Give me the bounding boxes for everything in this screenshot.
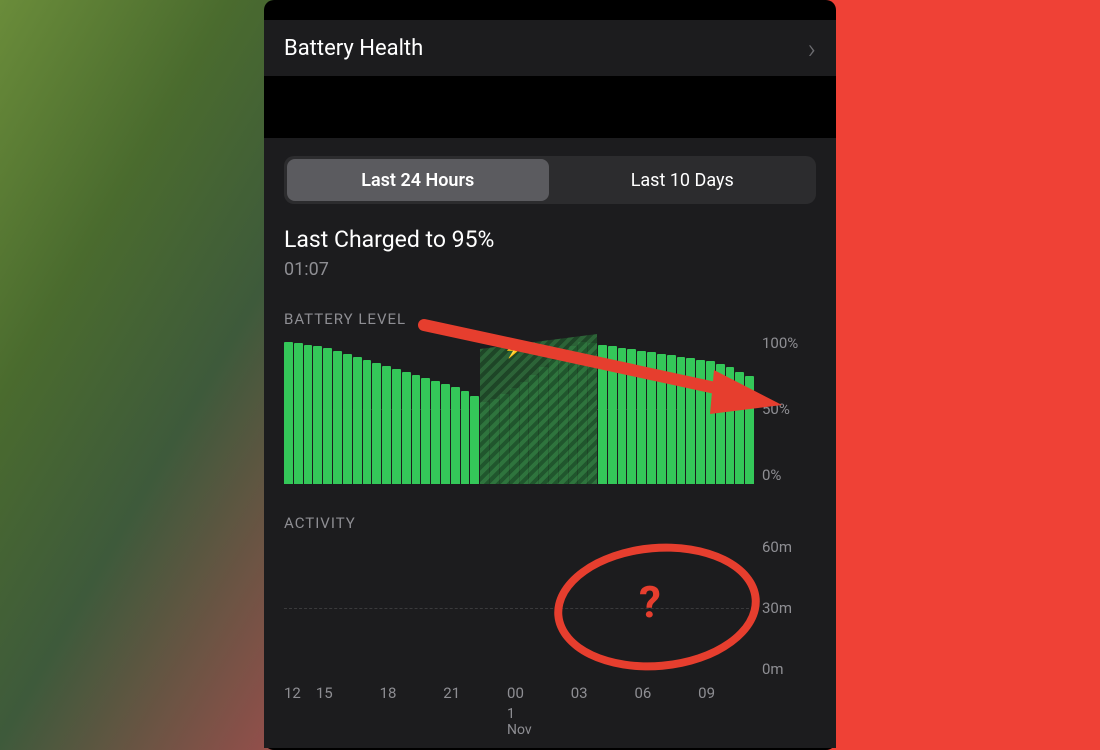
phone-frame: Battery Health › Last 24 Hours Last 10 D… xyxy=(264,0,836,750)
x-tick: 09 xyxy=(698,684,730,738)
section-gap xyxy=(264,76,836,138)
battery-bar xyxy=(657,354,666,485)
x-tick: 18 xyxy=(380,684,412,738)
last-charged-time: 01:07 xyxy=(284,259,816,280)
x-tick xyxy=(730,684,762,738)
battery-bar xyxy=(304,345,313,485)
battery-bar xyxy=(431,381,440,485)
x-tick xyxy=(348,684,380,738)
x-tick xyxy=(539,684,571,738)
battery-bar xyxy=(608,346,617,484)
battery-bar xyxy=(470,396,479,485)
battery-bar xyxy=(412,375,421,485)
chevron-right-icon: › xyxy=(808,32,816,65)
battery-bar xyxy=(294,343,303,484)
tab-last-10-days[interactable]: Last 10 Days xyxy=(552,159,814,201)
time-range-segmented[interactable]: Last 24 Hours Last 10 Days xyxy=(284,156,816,204)
battery-bar xyxy=(726,367,735,484)
battery-bar xyxy=(284,342,293,485)
battery-health-label: Battery Health xyxy=(284,36,423,61)
x-tick xyxy=(475,684,507,738)
activity-chart: ? 60m 30m 0m xyxy=(284,538,816,678)
x-tick: 21 xyxy=(443,684,475,738)
battery-bar xyxy=(441,384,450,485)
battery-panel: Last 24 Hours Last 10 Days Last Charged … xyxy=(264,138,836,748)
x-tick xyxy=(411,684,443,738)
y-tick: 0m xyxy=(762,660,784,678)
battery-bar xyxy=(745,376,754,484)
battery-bar xyxy=(696,360,705,485)
x-axis: 1215 18 21 001 Nov 03 06 09 xyxy=(284,684,816,738)
tab-last-24-hours[interactable]: Last 24 Hours xyxy=(287,159,549,201)
y-tick: 30m xyxy=(762,599,792,617)
battery-bar xyxy=(392,369,401,485)
battery-bar xyxy=(353,357,362,485)
battery-bar xyxy=(686,358,695,484)
x-tick: 03 xyxy=(571,684,603,738)
battery-y-axis: 100% 50% 0% xyxy=(754,334,816,484)
battery-bar xyxy=(402,372,411,485)
x-tick xyxy=(603,684,635,738)
battery-bar xyxy=(647,352,656,484)
battery-bar xyxy=(313,346,322,484)
battery-bar xyxy=(667,355,676,484)
y-tick: 0% xyxy=(762,466,781,484)
battery-bar xyxy=(363,360,372,485)
battery-bar xyxy=(716,364,725,484)
battery-bar xyxy=(372,363,381,485)
battery-bar xyxy=(627,349,636,484)
lightning-icon: ⚡ xyxy=(504,340,524,359)
battery-bar xyxy=(598,345,607,485)
battery-bar xyxy=(735,372,744,485)
x-date-label: 1 Nov xyxy=(507,706,539,738)
battery-level-chart: ⚡ 100% 50% 0% xyxy=(284,334,816,484)
x-tick: 06 xyxy=(634,684,666,738)
x-tick xyxy=(666,684,698,738)
battery-bar xyxy=(677,357,686,485)
battery-bar xyxy=(451,387,460,485)
battery-bar xyxy=(421,378,430,485)
y-tick: 50% xyxy=(762,400,790,418)
battery-bar xyxy=(461,391,470,484)
battery-bar xyxy=(323,348,332,485)
battery-level-label: BATTERY LEVEL xyxy=(284,310,816,328)
battery-health-row[interactable]: Battery Health › xyxy=(264,20,836,76)
battery-bar xyxy=(637,351,646,485)
battery-bar xyxy=(618,348,627,485)
y-tick: 100% xyxy=(762,334,798,352)
y-tick: 60m xyxy=(762,538,792,556)
battery-bar xyxy=(333,351,342,485)
battery-bar xyxy=(382,366,391,485)
activity-label: ACTIVITY xyxy=(284,514,816,532)
activity-y-axis: 60m 30m 0m xyxy=(754,538,816,678)
x-tick: 12 xyxy=(284,684,316,738)
x-tick: 001 Nov xyxy=(507,684,539,738)
battery-bar xyxy=(706,361,715,484)
x-tick: 15 xyxy=(316,684,348,738)
last-charged-title: Last Charged to 95% xyxy=(284,226,816,253)
battery-bar xyxy=(343,354,352,485)
